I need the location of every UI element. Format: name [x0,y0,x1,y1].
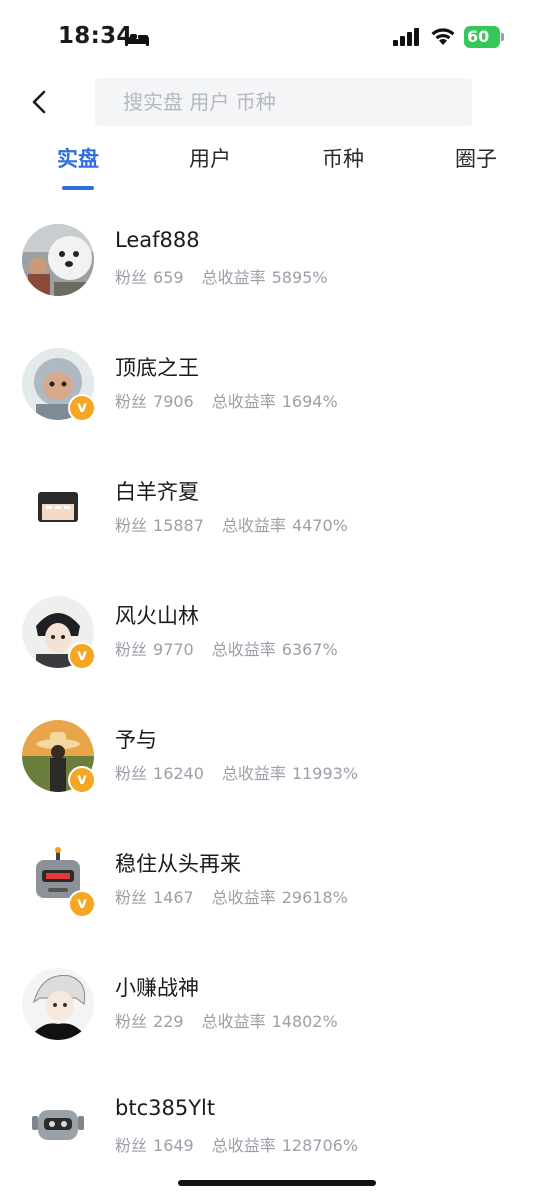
sleep-focus-icon [125,32,149,46]
tab-users[interactable]: 用户 [170,143,250,173]
fans-label: 粉丝 [115,888,148,907]
yield-label: 总收益率 [221,516,286,535]
yield-label: 总收益率 [211,888,276,907]
user-stats: 粉丝 15887 总收益率 4470% [115,512,352,536]
list-item[interactable]: v 顶底之王 粉丝 7906 总收益率 1694% [0,324,554,448]
list-item[interactable]: v 予与 粉丝 16240 总收益率 11993% [0,696,554,820]
fans-label: 粉丝 [115,1012,148,1031]
white-hair-anime-avatar-icon [22,968,94,1040]
avatar: v [22,596,96,670]
user-name: 白羊齐夏 [115,480,199,504]
user-stats: 粉丝 7906 总收益率 1694% [115,388,342,412]
active-tab-indicator [62,186,94,190]
fans-count: 16240 [153,764,204,783]
user-name: 风火山林 [115,604,199,628]
fans-label: 粉丝 [115,764,148,783]
avatar [22,1092,94,1164]
user-stats: 粉丝 229 总收益率 14802% [115,1008,342,1032]
verified-badge-icon: v [68,642,96,670]
yield-value: 4470% [291,516,348,535]
battery-indicator: 60 [464,26,506,48]
fans-count: 7906 [153,392,194,411]
fans-count: 15887 [153,516,204,535]
user-name: 小赚战神 [115,976,199,1000]
battery-level: 60 [467,27,490,46]
dog-photo-avatar-icon [22,224,94,296]
user-name: 予与 [115,728,157,752]
user-stats: 粉丝 16240 总收益率 11993% [115,760,362,784]
fans-label: 粉丝 [115,1136,148,1155]
search-box[interactable] [95,78,472,126]
battery-cap [501,33,504,41]
yield-value: 14802% [271,1012,338,1031]
user-stats: 粉丝 1649 总收益率 128706% [115,1132,362,1156]
user-stats: 粉丝 9770 总收益率 6367% [115,636,342,660]
fans-label: 粉丝 [115,392,148,411]
list-item[interactable]: v 稳住从头再来 粉丝 1467 总收益率 29618% [0,820,554,944]
avatar: v [22,720,96,794]
verified-badge-icon: v [68,394,96,422]
fans-label: 粉丝 [115,516,148,535]
list-item[interactable]: 白羊齐夏 粉丝 15887 总收益率 4470% [0,448,554,572]
yield-label: 总收益率 [201,268,266,287]
yield-label: 总收益率 [211,640,276,659]
pixel-face-avatar-icon [22,472,94,544]
fans-label: 粉丝 [115,640,148,659]
yield-value: 11993% [291,764,359,783]
tab-bar: 实盘 用户 币种 圈子 [0,143,554,193]
status-bar: 18:34 60 [0,0,554,72]
yield-value: 5895% [271,268,328,287]
yield-label: 总收益率 [201,1012,266,1031]
yield-value: 128706% [281,1136,359,1155]
back-button[interactable] [26,86,54,118]
tab-coins[interactable]: 币种 [303,143,383,173]
list-item[interactable]: Leaf888 粉丝 659 总收益率 5895% [0,200,554,324]
wifi-icon [431,28,455,45]
fans-count: 659 [153,268,184,287]
user-stats: 粉丝 659 总收益率 5895% [115,264,332,288]
yield-value: 1694% [281,392,338,411]
list-item[interactable]: btc385Ylt 粉丝 1649 总收益率 128706% [0,1068,554,1192]
yield-label: 总收益率 [211,392,276,411]
user-name: Leaf888 [115,228,200,252]
fans-count: 1649 [153,1136,194,1155]
cellular-signal-icon [393,28,419,46]
yield-label: 总收益率 [221,764,286,783]
tab-shipan[interactable]: 实盘 [38,143,118,173]
fans-count: 9770 [153,640,194,659]
fans-count: 229 [153,1012,184,1031]
yield-label: 总收益率 [211,1136,276,1155]
search-input[interactable] [123,87,453,117]
user-name: 顶底之王 [115,356,199,380]
avatar [22,472,94,544]
verified-badge-icon: v [68,766,96,794]
avatar: v [22,844,96,918]
fans-label: 粉丝 [115,268,148,287]
fans-count: 1467 [153,888,194,907]
home-indicator[interactable] [178,1180,376,1186]
yield-value: 29618% [281,888,348,907]
avatar: v [22,348,96,422]
tab-circles[interactable]: 圈子 [436,143,516,173]
user-name: btc385Ylt [115,1096,216,1120]
verified-badge-icon: v [68,890,96,918]
user-stats: 粉丝 1467 总收益率 29618% [115,884,352,908]
avatar [22,224,94,296]
avatar [22,968,94,1040]
yield-value: 6367% [281,640,338,659]
list-item[interactable]: 小赚战神 粉丝 229 总收益率 14802% [0,944,554,1068]
user-name: 稳住从头再来 [115,852,241,876]
list-item[interactable]: v 风火山林 粉丝 9770 总收益率 6367% [0,572,554,696]
battery-body: 60 [464,26,500,48]
status-time: 18:34 [58,23,133,49]
gray-robot-avatar-icon [22,1092,94,1164]
